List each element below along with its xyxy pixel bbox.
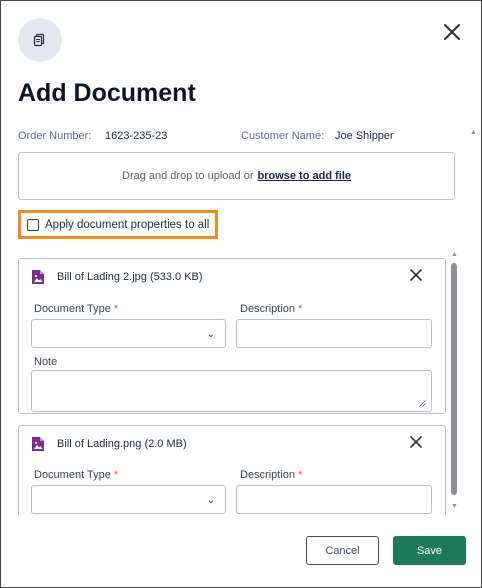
image-file-icon — [32, 437, 44, 451]
dialog-title: Add Document — [18, 79, 196, 107]
add-document-dialog: Add Document Order Number: 1623-235-23 C… — [0, 0, 482, 588]
document-type-label: Document Type * — [34, 303, 119, 315]
remove-document-button[interactable] — [408, 267, 424, 283]
apply-properties-to-all[interactable]: Apply document properties to all — [18, 210, 218, 239]
document-type-label: Document Type * — [34, 469, 119, 481]
document-icon — [18, 18, 62, 62]
order-number-label: Order Number: — [18, 130, 92, 142]
apply-all-label: Apply document properties to all — [45, 218, 210, 231]
document-list: Bill of Lading 2.jpg (533.0 KB) Document… — [18, 249, 461, 515]
note-label: Note — [34, 356, 58, 368]
resize-grip-icon[interactable] — [419, 400, 426, 407]
chevron-down-icon: ⌄ — [206, 329, 215, 340]
note-textarea[interactable] — [31, 370, 432, 412]
description-input[interactable] — [236, 485, 432, 514]
apply-all-checkbox[interactable] — [27, 218, 39, 231]
document-type-select[interactable]: ⌄ — [31, 319, 226, 348]
description-label: Description * — [240, 303, 303, 315]
file-name: Bill of Lading 2.jpg (533.0 KB) — [57, 271, 203, 283]
file-dropzone[interactable]: Drag and drop to upload or browse to add… — [18, 152, 455, 200]
customer-name-value: Joe Shipper — [335, 130, 394, 142]
browse-files-link[interactable]: browse to add file — [257, 170, 351, 182]
cancel-button[interactable]: Cancel — [306, 536, 379, 565]
page-scroll-up-arrow[interactable]: ▲ — [470, 129, 477, 136]
document-card: Bill of Lading.png (2.0 MB) Document Typ… — [18, 425, 446, 515]
document-type-select[interactable]: ⌄ — [31, 485, 226, 514]
description-input[interactable] — [236, 319, 432, 348]
order-number-value: 1623-235-23 — [105, 130, 168, 142]
remove-document-button[interactable] — [408, 434, 424, 450]
close-icon — [444, 24, 460, 40]
customer-name-label: Customer Name: — [241, 130, 325, 142]
save-button[interactable]: Save — [393, 536, 466, 565]
chevron-down-icon: ⌄ — [206, 495, 215, 506]
document-card: Bill of Lading 2.jpg (533.0 KB) Document… — [18, 258, 446, 414]
file-name: Bill of Lading.png (2.0 MB) — [57, 438, 187, 450]
close-dialog-button[interactable] — [441, 21, 463, 43]
description-label: Description * — [240, 469, 303, 481]
dropzone-prompt: Drag and drop to upload or — [122, 170, 254, 182]
image-file-icon — [32, 270, 44, 284]
